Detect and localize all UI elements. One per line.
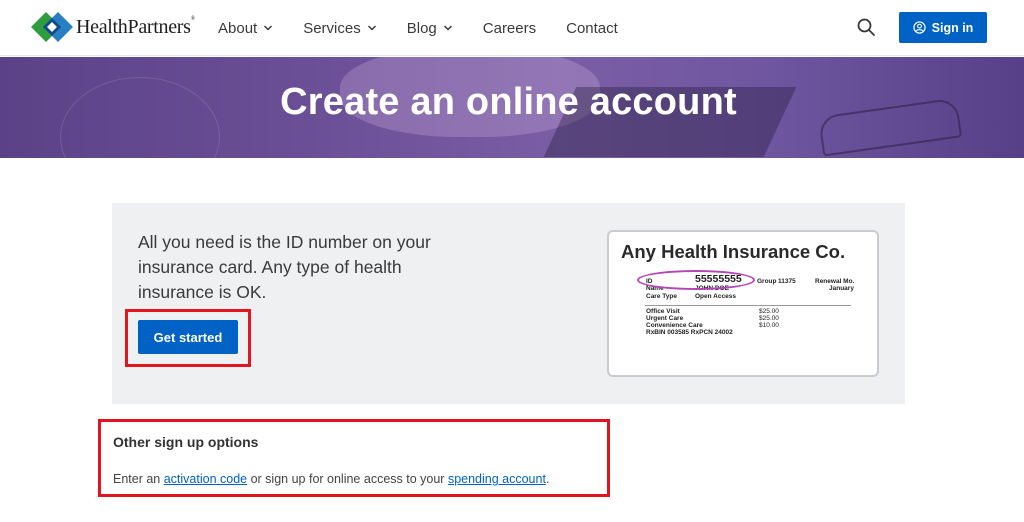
- other-sign-up-text: Enter an activation code or sign up for …: [113, 472, 549, 486]
- id-highlight-ellipse: [637, 270, 755, 290]
- benefit-label: Office Visit: [646, 308, 680, 315]
- get-started-button[interactable]: Get started: [138, 320, 238, 354]
- insurance-card-illustration: Any Health Insurance Co. ID 55555555 Gro…: [607, 230, 879, 377]
- nav-item-contact[interactable]: Contact: [566, 20, 618, 37]
- main-nav: About Services Blog Careers Contact: [218, 0, 648, 56]
- chevron-down-icon: [443, 25, 452, 31]
- card-care-type-value: Open Access: [695, 293, 736, 300]
- nav-item-services[interactable]: Services: [303, 20, 377, 37]
- card-group-label: Group: [757, 278, 777, 285]
- chevron-down-icon: [264, 25, 273, 31]
- nav-label: Contact: [566, 19, 618, 37]
- chevron-down-icon: [367, 25, 376, 31]
- other-text-part: or sign up for online access to your: [247, 472, 448, 486]
- site-header: HealthPartners® About Services Blog Care…: [0, 0, 1024, 56]
- card-renewal-label: Renewal Mo.: [815, 278, 855, 285]
- other-text-part: .: [545, 472, 550, 486]
- benefit-value: $10.00: [759, 322, 779, 329]
- activation-code-link[interactable]: activation code: [164, 472, 247, 486]
- logo[interactable]: HealthPartners®: [30, 11, 195, 43]
- benefit-value: $25.00: [759, 308, 779, 315]
- page-title: Create an online account: [280, 81, 737, 123]
- healthpartners-logo-icon: [31, 12, 73, 42]
- card-rx-line: RxBIN 003585 RxPCN 24002: [646, 329, 733, 336]
- intro-text: All you need is the ID number on your in…: [138, 232, 431, 302]
- search-icon[interactable]: [856, 17, 876, 37]
- logo-text: HealthPartners®: [76, 15, 195, 38]
- user-icon: [912, 21, 926, 34]
- id-card-panel: All you need is the ID number on your in…: [112, 203, 905, 404]
- nav-item-about[interactable]: About: [218, 20, 273, 37]
- nav-label: About: [218, 19, 258, 37]
- other-sign-up-heading: Other sign up options: [113, 434, 259, 450]
- nav-label: Careers: [482, 19, 537, 37]
- card-divider: [645, 305, 851, 306]
- card-group-value: 11375: [778, 278, 796, 285]
- benefit-label: Urgent Care: [646, 315, 684, 322]
- benefit-label: Convenience Care: [646, 322, 703, 329]
- sign-in-button[interactable]: Sign in: [899, 12, 987, 43]
- card-care-type-label: Care Type: [646, 293, 677, 300]
- other-text-part: Enter an: [113, 472, 164, 486]
- card-details: ID 55555555 Group 11375 Renewal Mo. Janu…: [609, 232, 877, 375]
- card-renewal-value: January: [829, 285, 854, 292]
- nav-item-careers[interactable]: Careers: [483, 20, 536, 37]
- spending-account-link[interactable]: spending account: [448, 472, 546, 486]
- hero-banner: Create an online account: [0, 57, 1024, 158]
- nav-label: Blog: [406, 19, 437, 37]
- benefit-value: $25.00: [759, 315, 779, 322]
- sign-in-label: Sign in: [931, 20, 974, 35]
- nav-label: Services: [303, 19, 361, 37]
- nav-item-blog[interactable]: Blog: [407, 20, 453, 37]
